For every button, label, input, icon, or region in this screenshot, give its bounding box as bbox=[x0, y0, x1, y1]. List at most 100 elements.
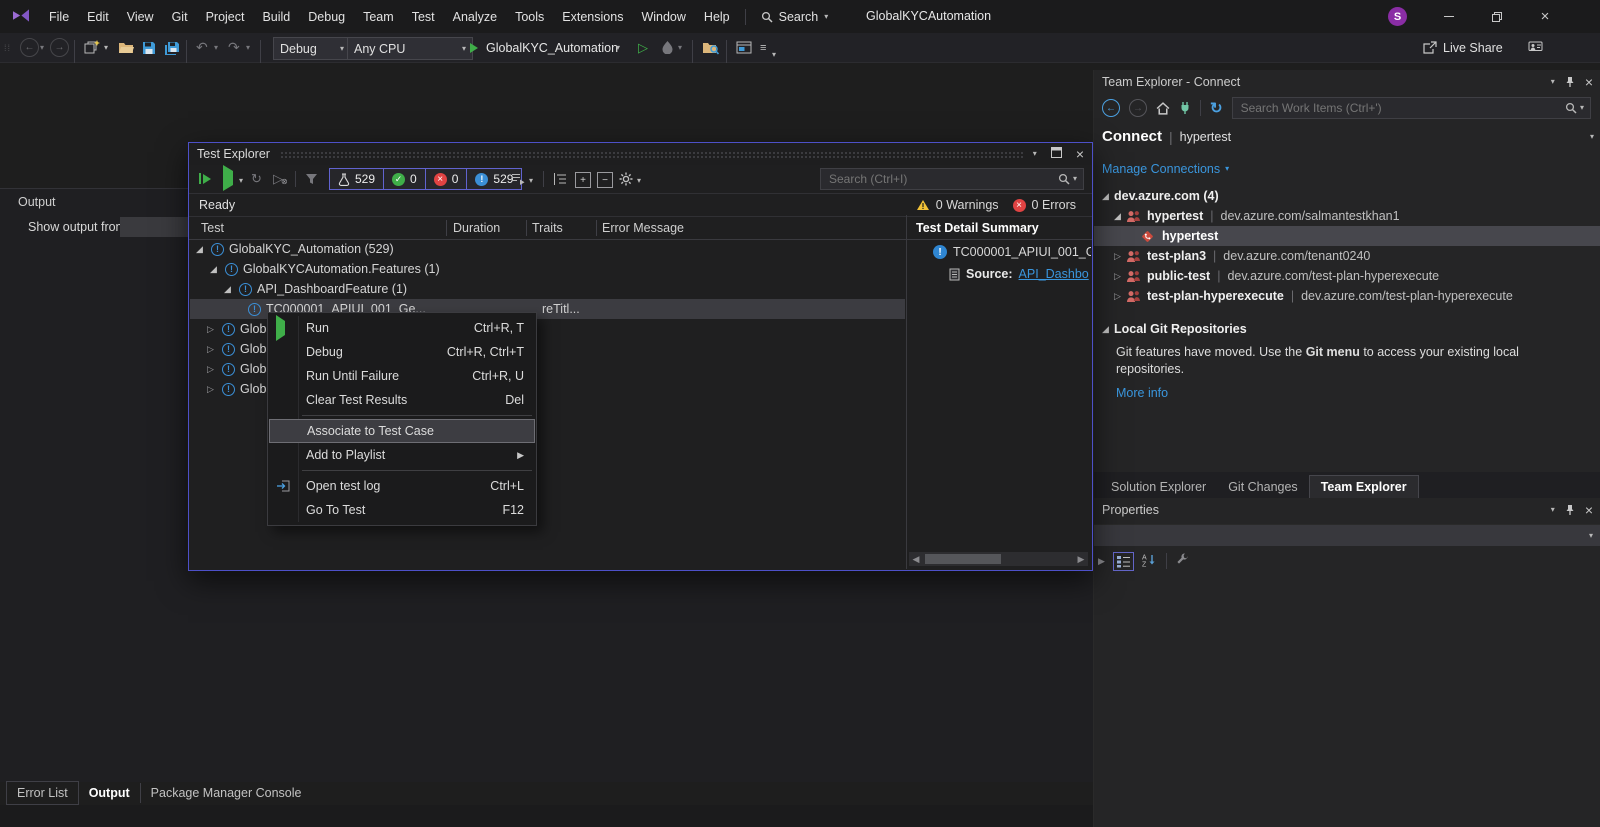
feedback-icon[interactable] bbox=[1528, 36, 1543, 59]
expanded-icon[interactable]: ◢ bbox=[210, 264, 222, 275]
restore-button[interactable] bbox=[1480, 0, 1514, 33]
collapse-all-icon[interactable]: − bbox=[597, 172, 613, 188]
chevron-down-icon[interactable]: ▾ bbox=[529, 177, 533, 185]
chevron-down-icon[interactable]: ▾ bbox=[637, 177, 641, 185]
local-git-repos-header[interactable]: ◢ Local Git Repositories bbox=[1102, 322, 1247, 336]
tree-row-feature[interactable]: ◢ ! API_DashboardFeature (1) bbox=[190, 279, 905, 299]
chevron-down-icon[interactable]: ▾ bbox=[104, 36, 108, 59]
failed-tests-filter[interactable]: × 0 bbox=[426, 169, 468, 189]
column-error-message[interactable]: Error Message bbox=[602, 221, 684, 235]
tab-package-manager-console[interactable]: Package Manager Console bbox=[141, 782, 312, 804]
solution-platform-dropdown[interactable]: Any CPU▾ bbox=[347, 37, 473, 60]
collapsed-icon[interactable]: ▷ bbox=[207, 344, 219, 355]
solution-explorer-window-icon[interactable] bbox=[736, 36, 752, 59]
collapsed-icon[interactable]: ▷ bbox=[1114, 251, 1126, 262]
menu-window[interactable]: Window bbox=[632, 0, 694, 33]
tree-row-account-test-plan3[interactable]: ▷ test-plan3 | dev.azure.com/tenant0240 bbox=[1094, 246, 1600, 266]
expanded-icon[interactable]: ◢ bbox=[224, 284, 236, 295]
collapsed-icon[interactable]: ▷ bbox=[1114, 291, 1126, 302]
tab-output[interactable]: Output bbox=[79, 782, 140, 804]
tab-solution-explorer[interactable]: Solution Explorer bbox=[1100, 476, 1217, 498]
connect-plug-icon[interactable] bbox=[1179, 101, 1191, 115]
window-position-chevron-icon[interactable]: ▾ bbox=[1551, 506, 1555, 514]
passed-tests-filter[interactable]: ✓ 0 bbox=[384, 169, 426, 189]
collapsed-icon[interactable]: ▷ bbox=[207, 384, 219, 395]
test-explorer-title-bar[interactable]: Test Explorer ▾ × bbox=[189, 143, 1092, 165]
chevron-down-icon[interactable]: ▾ bbox=[239, 177, 243, 185]
group-by-icon[interactable] bbox=[553, 173, 566, 188]
filter-icon[interactable] bbox=[305, 173, 318, 188]
start-debug-icon[interactable] bbox=[470, 36, 478, 59]
column-resizer[interactable] bbox=[526, 220, 527, 236]
redo-icon[interactable]: ↷ bbox=[228, 36, 240, 59]
solution-configuration-dropdown[interactable]: Debug▾ bbox=[273, 37, 351, 60]
toolbar-grip[interactable]: ⁞⁞ bbox=[4, 36, 11, 59]
menu-item-debug[interactable]: Debug Ctrl+R, Ctrl+T bbox=[268, 340, 536, 364]
open-folder-icon[interactable] bbox=[118, 36, 134, 59]
menu-debug[interactable]: Debug bbox=[299, 0, 354, 33]
page-switch-chevron-icon[interactable]: ▾ bbox=[1590, 133, 1594, 141]
run-all-tests-icon[interactable] bbox=[199, 173, 211, 184]
menu-item-associate-to-test-case[interactable]: Associate to Test Case bbox=[269, 419, 535, 443]
tree-row-account-test-plan-hyperexecute[interactable]: ▷ test-plan-hyperexecute | dev.azure.com… bbox=[1094, 286, 1600, 306]
playlist-icon[interactable] bbox=[511, 172, 525, 188]
toolbar-options-icon[interactable]: ≡ bbox=[760, 36, 766, 59]
test-search-input[interactable] bbox=[827, 171, 1058, 187]
chevron-down-icon[interactable]: ▾ bbox=[616, 36, 620, 59]
pin-icon[interactable] bbox=[1565, 504, 1575, 516]
menu-tools[interactable]: Tools bbox=[506, 0, 553, 33]
menu-item-clear-test-results[interactable]: Clear Test Results Del bbox=[268, 388, 536, 412]
scroll-right-icon[interactable]: ▶ bbox=[1074, 554, 1088, 565]
manage-connections-link[interactable]: Manage Connections ▾ bbox=[1102, 162, 1229, 176]
menu-item-open-test-log[interactable]: Open test log Ctrl+L bbox=[268, 474, 536, 498]
collapsed-icon[interactable]: ▷ bbox=[207, 324, 219, 335]
collapsed-icon[interactable]: ▷ bbox=[1114, 271, 1126, 282]
scrollbar-thumb[interactable] bbox=[925, 554, 1001, 564]
work-items-search-input[interactable] bbox=[1239, 100, 1565, 116]
minimize-button[interactable] bbox=[1432, 0, 1466, 33]
menu-item-add-to-playlist[interactable]: Add to Playlist ▶ bbox=[268, 443, 536, 467]
team-explorer-title-bar[interactable]: Team Explorer - Connect ▾ × bbox=[1094, 70, 1600, 94]
menu-file[interactable]: File bbox=[40, 0, 78, 33]
cancel-run-icon[interactable]: ▷⊗ bbox=[273, 171, 283, 187]
menu-extensions[interactable]: Extensions bbox=[553, 0, 632, 33]
save-all-icon[interactable] bbox=[164, 36, 180, 59]
menu-item-run[interactable]: Run Ctrl+R, T bbox=[268, 316, 536, 340]
search-menu[interactable]: Search ▾ bbox=[752, 0, 838, 33]
window-position-chevron-icon[interactable]: ▾ bbox=[1551, 78, 1555, 86]
settings-gear-icon[interactable] bbox=[619, 172, 633, 189]
show-output-from-dropdown[interactable] bbox=[120, 217, 188, 237]
menu-edit[interactable]: Edit bbox=[78, 0, 118, 33]
forward-icon[interactable]: → bbox=[1129, 99, 1147, 117]
menu-item-go-to-test[interactable]: Go To Test F12 bbox=[268, 498, 536, 522]
tree-row-devazure-root[interactable]: ◢ dev.azure.com (4) bbox=[1094, 186, 1600, 206]
repeat-last-run-icon[interactable]: ↻ bbox=[251, 171, 262, 187]
refresh-icon[interactable]: ↻ bbox=[1210, 99, 1223, 117]
pin-icon[interactable] bbox=[1565, 76, 1575, 88]
menu-build[interactable]: Build bbox=[253, 0, 299, 33]
start-without-debug-icon[interactable]: ▷ bbox=[638, 36, 648, 59]
menu-item-run-until-failure[interactable]: Run Until Failure Ctrl+R, U bbox=[268, 364, 536, 388]
more-info-link[interactable]: More info bbox=[1116, 386, 1168, 400]
avatar[interactable]: S bbox=[1388, 7, 1407, 26]
alphabetical-sort-icon[interactable]: AZ bbox=[1142, 553, 1158, 570]
home-icon[interactable] bbox=[1156, 102, 1170, 115]
tab-git-changes[interactable]: Git Changes bbox=[1217, 476, 1308, 498]
expanded-icon[interactable]: ◢ bbox=[1102, 191, 1114, 202]
tree-row-account-hypertest[interactable]: ◢ hypertest | dev.azure.com/salmantestkh… bbox=[1094, 206, 1600, 226]
source-link[interactable]: API_Dashbo bbox=[1019, 267, 1089, 281]
save-icon[interactable] bbox=[142, 36, 156, 59]
wrench-icon[interactable] bbox=[1175, 553, 1189, 570]
menu-help[interactable]: Help bbox=[695, 0, 739, 33]
categorized-view-icon[interactable] bbox=[1113, 552, 1134, 571]
close-icon[interactable]: × bbox=[1585, 503, 1593, 517]
close-icon[interactable]: × bbox=[1076, 147, 1084, 161]
total-tests-filter[interactable]: 529 bbox=[330, 169, 384, 189]
undo-icon[interactable]: ↶ bbox=[196, 36, 208, 59]
navigate-back-icon[interactable]: ← bbox=[20, 38, 39, 57]
menu-team[interactable]: Team bbox=[354, 0, 403, 33]
column-traits[interactable]: Traits bbox=[532, 221, 563, 235]
tree-row-repo-hypertest-selected[interactable]: hypertest bbox=[1094, 226, 1600, 246]
column-resizer[interactable] bbox=[446, 220, 447, 236]
test-search-box[interactable]: ▾ bbox=[820, 168, 1084, 190]
